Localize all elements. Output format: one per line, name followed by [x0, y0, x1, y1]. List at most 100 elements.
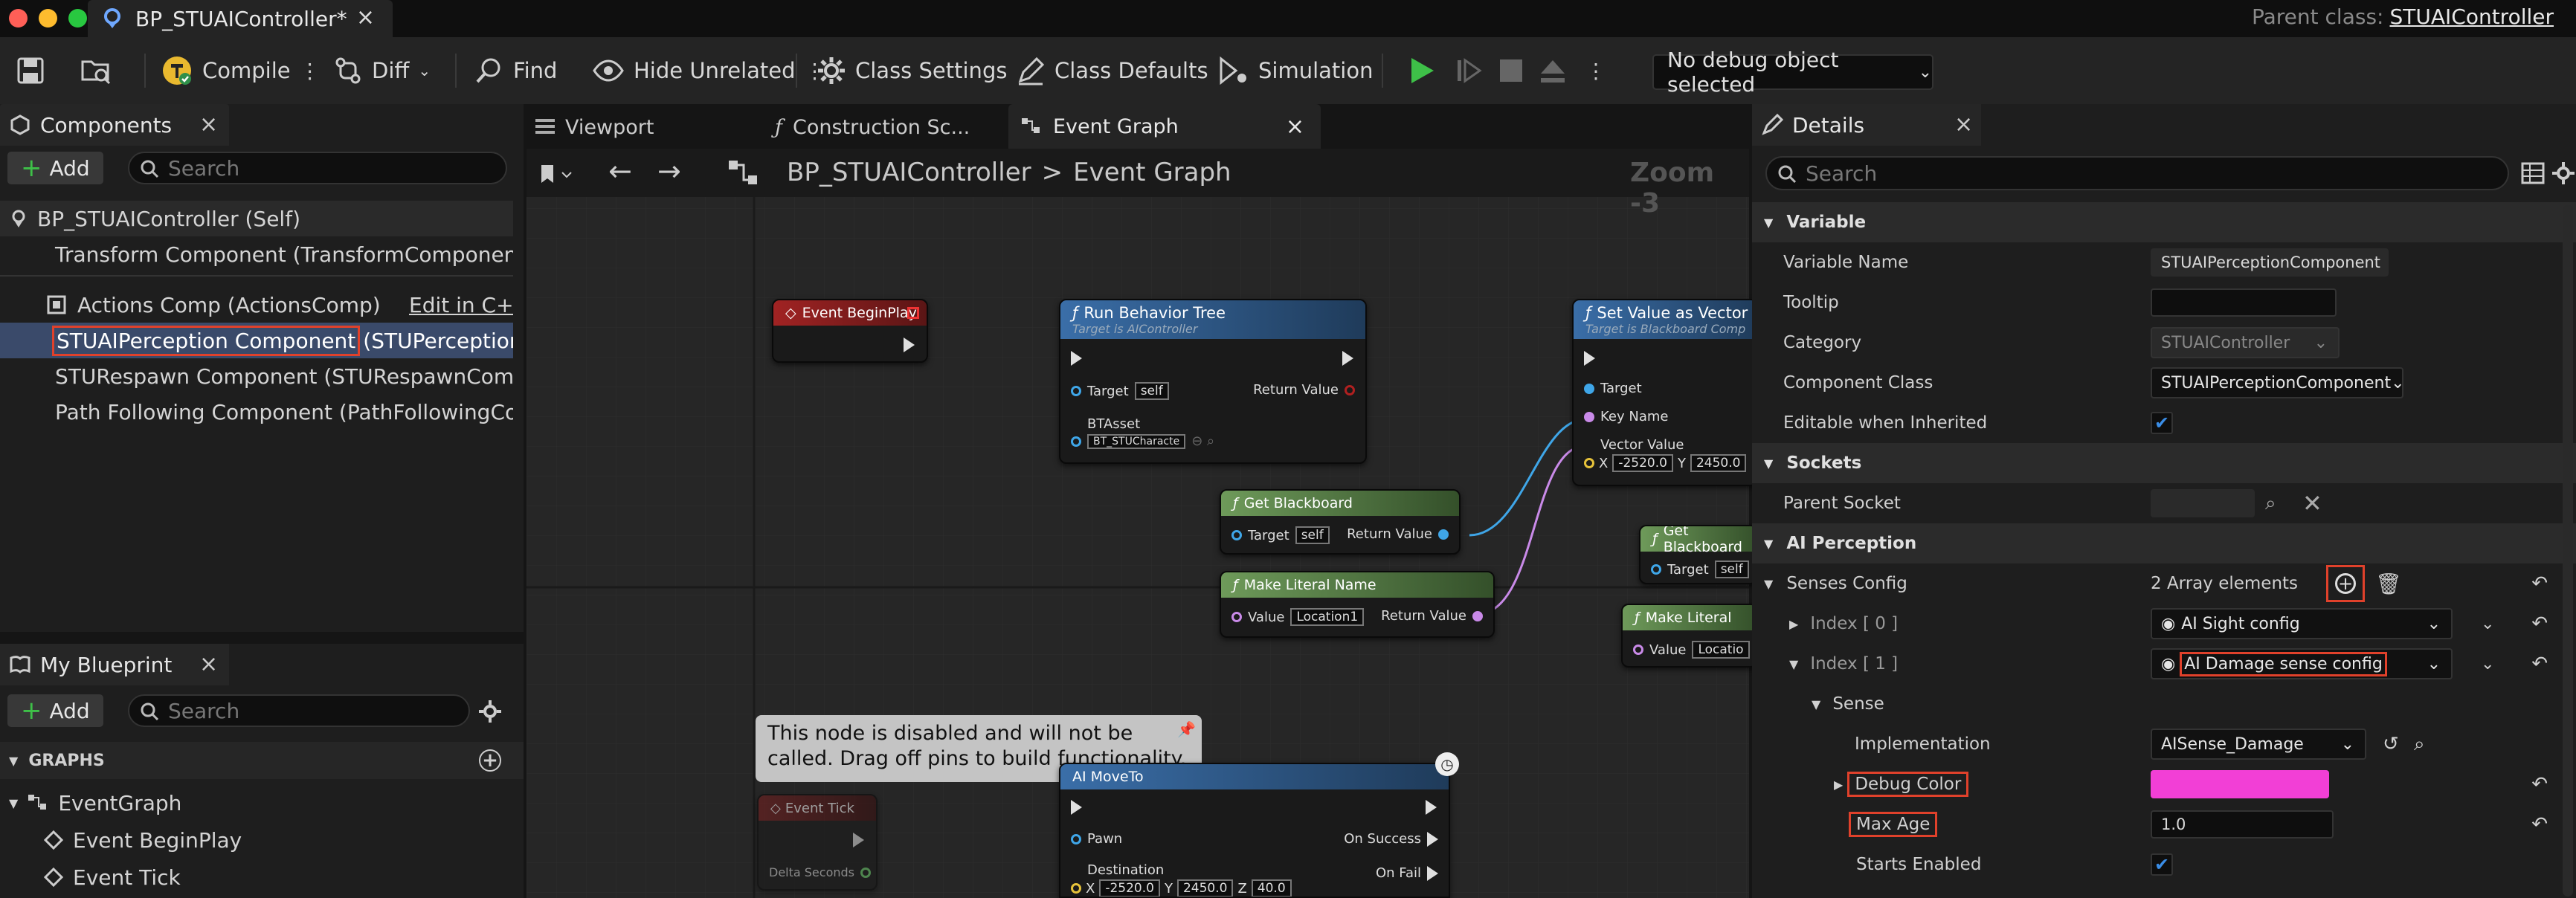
- return-value-pin[interactable]: Return Value: [1347, 526, 1449, 542]
- exec-output-pin[interactable]: [853, 833, 864, 847]
- exec-input-pin[interactable]: [1071, 800, 1082, 815]
- destination-pin[interactable]: Destination X -2520.0 Y 2450.0 Z 40.0: [1071, 862, 1292, 897]
- target-pin[interactable]: Target self: [1651, 561, 1749, 578]
- clear-socket-icon[interactable]: ✕: [2302, 489, 2322, 517]
- expand-arrow-icon[interactable]: ▶: [1789, 617, 1798, 631]
- variable-category[interactable]: ▼ Variable: [1752, 202, 2576, 242]
- add-member-button[interactable]: + Add: [7, 694, 103, 727]
- diff-button[interactable]: Diff ⌄: [333, 54, 431, 88]
- compile-button[interactable]: Compile ⋮: [161, 54, 321, 88]
- literal-value[interactable]: Location1: [1290, 608, 1365, 626]
- graph-item-eventgraph[interactable]: ▼ EventGraph: [0, 785, 513, 821]
- simulation-button[interactable]: Simulation: [1217, 54, 1373, 88]
- node-get-blackboard[interactable]: ƒ Get Blackboard Target self Return Value: [1220, 489, 1461, 555]
- exec-output-pin[interactable]: [1426, 800, 1437, 815]
- class-defaults-button[interactable]: Class Defaults: [1016, 54, 1208, 88]
- trash-icon[interactable]: 🗑: [2375, 572, 2402, 596]
- stop-button[interactable]: [1498, 54, 1524, 88]
- target-pin[interactable]: Target self: [1071, 382, 1169, 400]
- component-sturespawn[interactable]: STURespawn Component (STURespawnCompon: [0, 358, 513, 394]
- bookmark-icon[interactable]: [538, 164, 576, 186]
- reset-to-default-icon[interactable]: ↶: [2531, 572, 2548, 595]
- delta-seconds-pin[interactable]: Delta Seconds: [769, 865, 871, 879]
- maximize-window-button[interactable]: [68, 9, 87, 28]
- category-select[interactable]: STUAIController ⌄: [2151, 327, 2340, 358]
- exec-input-pin[interactable]: [1584, 351, 1595, 366]
- reset-to-default-icon[interactable]: ↶: [2531, 773, 2548, 795]
- tab-viewport[interactable]: Viewport: [534, 110, 654, 144]
- collapse-arrow-icon[interactable]: ▼: [1764, 577, 1773, 591]
- component-actions-comp[interactable]: Actions Comp (ActionsComp) Edit in C++: [0, 287, 513, 323]
- close-window-button[interactable]: [9, 9, 28, 28]
- target-pin[interactable]: Target self: [1231, 526, 1330, 544]
- max-age-field[interactable]: 1.0: [2151, 810, 2334, 839]
- graph-item-event-tick[interactable]: Event Tick: [0, 859, 513, 895]
- back-arrow-icon[interactable]: ←: [608, 155, 632, 187]
- component-self[interactable]: BP_STUAIController (Self): [0, 201, 513, 236]
- implementation-select[interactable]: AISense_Damage ⌄: [2151, 729, 2366, 760]
- exec-input-pin[interactable]: [1071, 351, 1082, 366]
- node-make-literal-name[interactable]: ƒ Make Literal Name Value Location1 Return…: [1220, 571, 1495, 638]
- graphs-section-header[interactable]: ▼ GRAPHS +: [0, 742, 524, 779]
- node-event-beginplay[interactable]: ◇ Event BeginPlay: [772, 299, 928, 363]
- step-button[interactable]: [1455, 54, 1484, 88]
- details-search-input[interactable]: Search: [1765, 156, 2509, 190]
- breadcrumb-root[interactable]: BP_STUAIController: [787, 158, 1031, 187]
- add-component-button[interactable]: + Add: [7, 152, 103, 184]
- node-ai-moveto[interactable]: AI MoveTo Pawn On Success Destination X-…: [1059, 763, 1450, 898]
- add-array-element-button[interactable]: +: [2326, 565, 2365, 602]
- debug-color-swatch[interactable]: [2151, 770, 2329, 798]
- close-my-blueprint-icon[interactable]: ×: [199, 651, 218, 677]
- chevron-down-icon[interactable]: ⌄: [2481, 615, 2494, 633]
- details-scrollbar[interactable]: [2563, 205, 2573, 897]
- target-pin[interactable]: Target: [1584, 381, 1642, 396]
- play-button[interactable]: [1407, 54, 1437, 88]
- node-get-blackboard-2[interactable]: ƒ Get Blackboard Target self: [1639, 525, 1758, 584]
- btasset-pin[interactable]: BTAsset BT_STUCharacte ⊖ ⌕: [1071, 416, 1214, 449]
- component-path-following[interactable]: Path Following Component (PathFollowingC…: [0, 394, 513, 430]
- starts-enabled-checkbox[interactable]: ✔: [2151, 853, 2173, 876]
- variable-name-field[interactable]: STUAIPerceptionComponent: [2151, 248, 2389, 277]
- my-blueprint-search-input[interactable]: Search: [128, 694, 470, 727]
- on-fail-pin[interactable]: On Fail: [1376, 865, 1438, 881]
- tooltip-field[interactable]: [2151, 288, 2337, 317]
- return-value-pin[interactable]: Return Value: [1381, 608, 1483, 624]
- vector-value-pin[interactable]: Vector Value X -2520.0 Y 2450.0: [1584, 437, 1747, 472]
- close-details-icon[interactable]: ×: [1954, 112, 1973, 138]
- index-0-select[interactable]: ◉ AI Sight config ⌄: [2151, 608, 2453, 639]
- class-settings-button[interactable]: Class Settings: [817, 54, 1007, 88]
- key-name-pin[interactable]: Key Name: [1584, 409, 1668, 424]
- minimize-window-button[interactable]: [39, 9, 57, 28]
- save-button[interactable]: [16, 54, 45, 88]
- document-tab[interactable]: BP_STUAIController* ×: [88, 0, 393, 37]
- delegate-pin-icon[interactable]: [907, 307, 919, 319]
- reset-to-default-icon[interactable]: ↶: [2531, 613, 2548, 635]
- reset-to-default-icon[interactable]: ↶: [2531, 653, 2548, 675]
- close-components-icon[interactable]: ×: [199, 112, 218, 138]
- edit-in-cpp-link[interactable]: Edit in C++: [409, 293, 513, 317]
- pawn-pin[interactable]: Pawn: [1071, 831, 1122, 847]
- value-pin[interactable]: Value Locatio: [1633, 641, 1750, 659]
- node-event-tick[interactable]: ◇ Event Tick Delta Seconds: [757, 794, 878, 891]
- chevron-down-icon[interactable]: ⌄: [2481, 655, 2494, 674]
- browse-folder-icon[interactable]: ⌕: [2414, 733, 2425, 756]
- forward-arrow-icon[interactable]: →: [657, 155, 681, 187]
- component-transform[interactable]: Transform Component (TransformComponent0…: [0, 236, 513, 272]
- add-graph-icon[interactable]: +: [479, 749, 501, 772]
- pin-icon[interactable]: 📌: [1177, 717, 1196, 742]
- node-run-behavior-tree[interactable]: ƒ Run Behavior Tree Target is AIControlle…: [1059, 299, 1367, 464]
- value-pin[interactable]: Value Location1: [1231, 608, 1365, 626]
- exec-output-pin[interactable]: [904, 337, 915, 352]
- eject-button[interactable]: [1538, 54, 1568, 88]
- sockets-category[interactable]: ▼ Sockets: [1752, 443, 2576, 483]
- component-stuai-perception[interactable]: STUAIPerception Component (STUPerception…: [0, 323, 513, 358]
- ai-perception-category[interactable]: ▼ AI Perception: [1752, 523, 2576, 563]
- components-search-input[interactable]: Search: [128, 152, 507, 184]
- tab-event-graph[interactable]: Event Graph ×: [1008, 104, 1321, 149]
- reset-to-default-icon[interactable]: ↶: [2531, 813, 2548, 836]
- btasset-value[interactable]: BT_STUCharacte: [1087, 433, 1186, 449]
- exec-output-pin[interactable]: [1342, 351, 1353, 366]
- debug-object-select[interactable]: No debug object selected ⌄: [1652, 48, 1933, 97]
- tab-construction-script[interactable]: ƒ Construction Sc...: [775, 110, 970, 144]
- browse-button[interactable]: [80, 54, 112, 88]
